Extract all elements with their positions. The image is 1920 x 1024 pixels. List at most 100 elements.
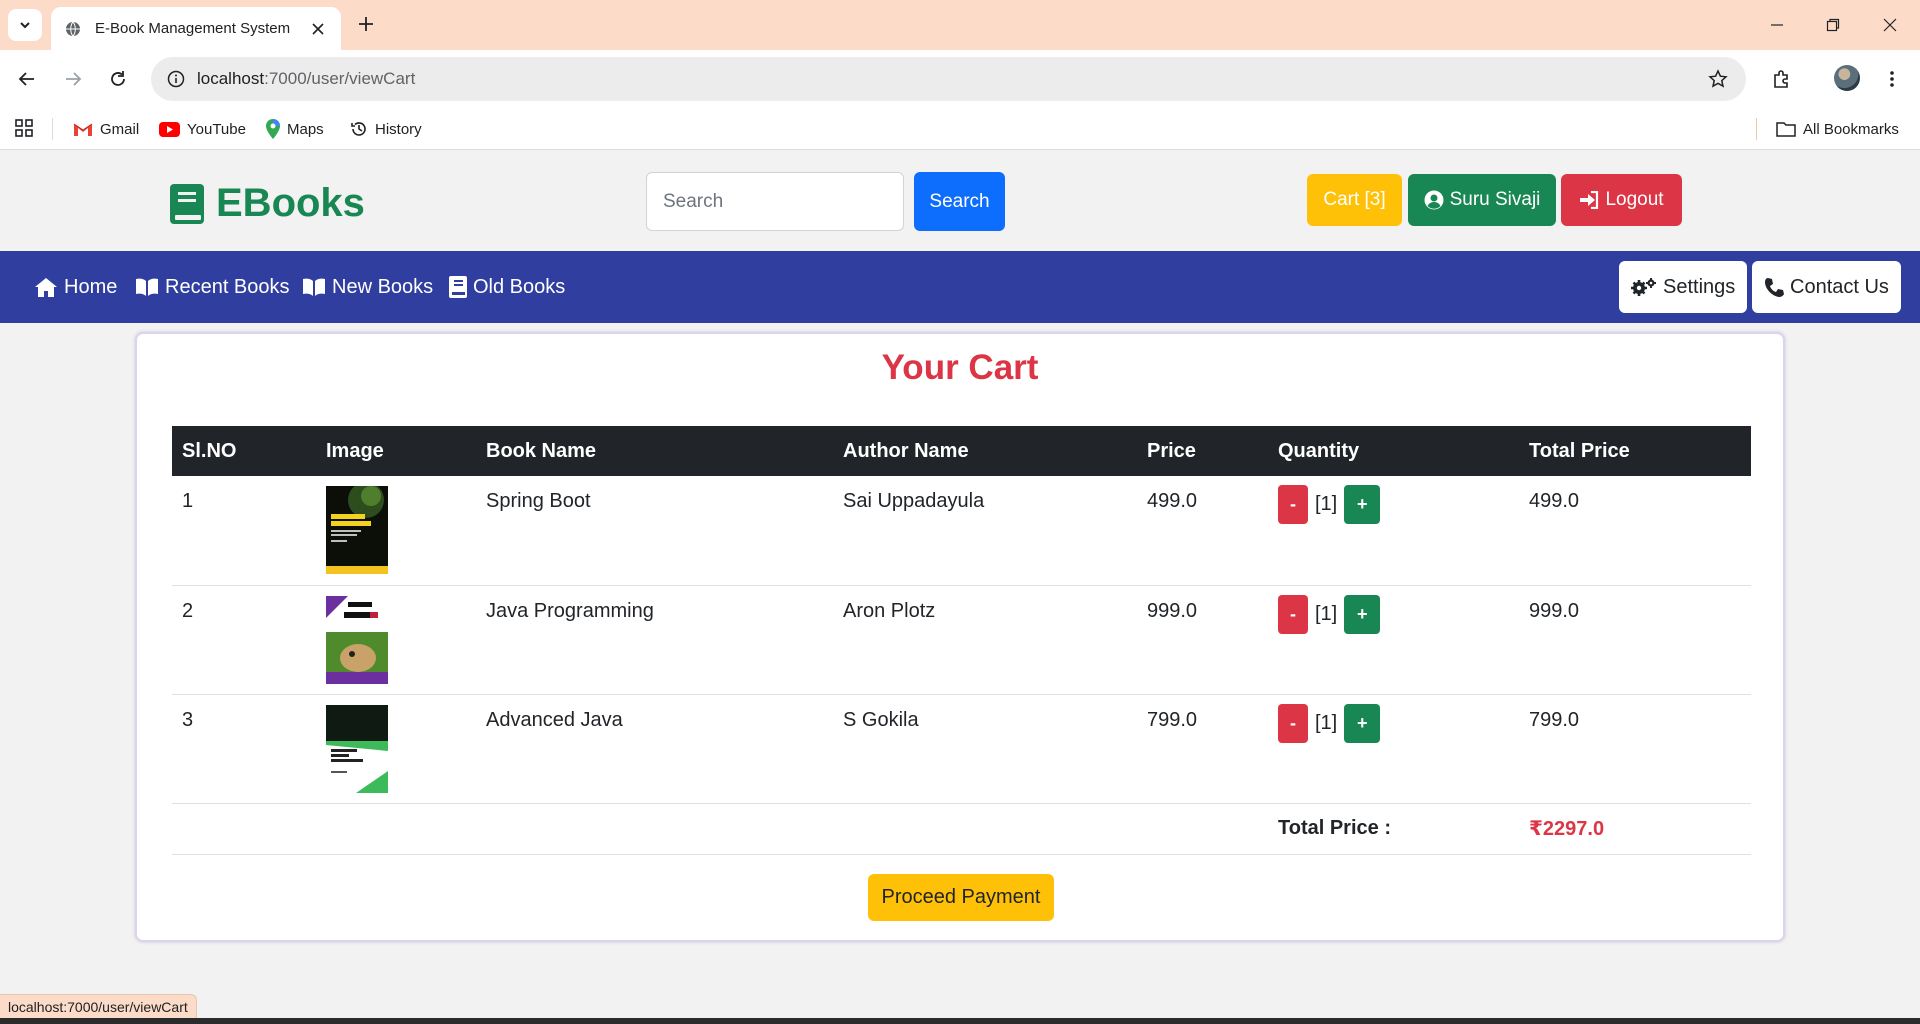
bookmark-label: YouTube xyxy=(187,120,246,138)
cart-total-value: ₹2297.0 xyxy=(1529,818,1605,840)
extensions-button[interactable] xyxy=(1768,65,1796,93)
java-21-book-cover[interactable] xyxy=(326,595,388,684)
book-icon xyxy=(449,276,467,298)
url-path: :7000/user/viewCart xyxy=(264,69,416,88)
arrow-right-icon xyxy=(66,72,82,86)
restore-button[interactable] xyxy=(1821,13,1845,37)
increase-quantity-button[interactable]: + xyxy=(1344,594,1381,634)
browser-menu-button[interactable] xyxy=(1878,65,1906,93)
bookmark-star-icon[interactable] xyxy=(1706,67,1730,91)
open-book-icon xyxy=(135,277,159,297)
cart-card: Your Cart Sl.NO Image Book Name Author N… xyxy=(135,332,1785,942)
column-header: Image xyxy=(326,439,384,462)
nav-home[interactable]: Home xyxy=(34,251,117,323)
author-name: Sai Uppadayula xyxy=(843,490,985,512)
table-row: 3 Advanced Java S Gokila 799.0 - [1] + 7… xyxy=(172,694,1751,803)
reload-icon xyxy=(111,71,125,86)
home-icon xyxy=(34,277,58,297)
browser-tabstrip: E-Book Management System xyxy=(0,0,1920,50)
reload-button[interactable] xyxy=(104,65,132,93)
nav-recent-books[interactable]: Recent Books xyxy=(135,251,290,323)
quantity-cell: - [1] + xyxy=(1268,694,1519,803)
sign-in-icon xyxy=(1579,191,1599,209)
chevron-down-icon xyxy=(20,22,30,29)
bookmark-maps[interactable]: Maps xyxy=(266,108,324,150)
book-price: 799.0 xyxy=(1147,708,1198,731)
tab-search-button[interactable] xyxy=(8,9,42,41)
contact-label: Contact Us xyxy=(1790,275,1889,298)
contact-us-button[interactable]: Contact Us xyxy=(1752,261,1901,313)
bookmarks-separator xyxy=(1756,118,1757,140)
back-button[interactable] xyxy=(13,65,41,93)
close-window-button[interactable] xyxy=(1878,13,1902,37)
browser-tab[interactable]: E-Book Management System xyxy=(51,7,341,50)
map-pin-icon xyxy=(266,119,280,139)
bookmarks-separator xyxy=(52,118,53,140)
cart-table: Sl.NO Image Book Name Author Name Price … xyxy=(172,426,1751,855)
site-header: EBooks Search Cart [3] Suru Sivaji Logou… xyxy=(0,151,1920,251)
restore-icon xyxy=(1826,18,1840,32)
tab-title: E-Book Management System xyxy=(95,20,291,37)
site-info-icon[interactable] xyxy=(165,68,187,90)
proceed-payment-button[interactable]: Proceed Payment xyxy=(868,874,1054,921)
close-icon xyxy=(1883,18,1897,32)
row-number: 2 xyxy=(182,599,194,622)
settings-label: Settings xyxy=(1663,275,1736,298)
bookmark-label: Maps xyxy=(287,120,324,138)
table-row: 2 Java Programming Aron Plotz 999.0 - [1… xyxy=(172,585,1751,694)
quantity-cell: - [1] + xyxy=(1268,476,1519,585)
brand-logo[interactable]: EBooks xyxy=(170,181,365,226)
user-name: Suru Sivaji xyxy=(1449,189,1541,210)
total-spacer xyxy=(172,803,1268,854)
url-host: localhost xyxy=(197,69,265,88)
increase-quantity-button[interactable]: + xyxy=(1344,485,1381,524)
book-price: 499.0 xyxy=(1147,490,1198,512)
search-button[interactable]: Search xyxy=(914,172,1005,231)
address-bar[interactable]: localhost:7000/user/viewCart xyxy=(151,57,1746,101)
open-book-icon xyxy=(302,277,326,297)
bookmarks-bar: Gmail YouTube Maps History All Bookmarks xyxy=(0,108,1920,150)
bookmark-history[interactable]: History xyxy=(350,108,422,150)
decrease-quantity-button[interactable]: - xyxy=(1278,703,1308,743)
forward-button[interactable] xyxy=(59,65,87,93)
new-tab-button[interactable] xyxy=(354,12,378,36)
nav-new-books[interactable]: New Books xyxy=(302,251,433,323)
table-row: 1 Spring Boot Sai Uppadayula 499.0 - [1]… xyxy=(172,476,1751,585)
minimize-button[interactable] xyxy=(1765,13,1789,37)
cart-button[interactable]: Cart [3] xyxy=(1307,174,1402,226)
row-total-price: 999.0 xyxy=(1529,599,1580,622)
author-name: S Gokila xyxy=(843,708,919,731)
increase-quantity-button[interactable]: + xyxy=(1344,703,1381,743)
bookmark-gmail[interactable]: Gmail xyxy=(73,108,139,150)
close-tab-icon[interactable] xyxy=(309,20,327,38)
quantity-cell: - [1] + xyxy=(1268,585,1519,694)
logout-button[interactable]: Logout xyxy=(1561,174,1682,226)
column-header: Total Price xyxy=(1529,439,1630,462)
nav-old-label: Old Books xyxy=(473,275,566,298)
profile-avatar[interactable] xyxy=(1834,65,1860,91)
decrease-quantity-button[interactable]: - xyxy=(1278,594,1308,634)
decrease-quantity-button[interactable]: - xyxy=(1278,485,1308,524)
settings-button[interactable]: Settings xyxy=(1619,261,1748,313)
nav-old-books[interactable]: Old Books xyxy=(449,251,565,323)
folder-icon xyxy=(1776,121,1796,137)
nav-new-label: New Books xyxy=(332,275,434,298)
book-image-cell xyxy=(316,694,476,803)
advanced-java-book-cover[interactable] xyxy=(326,704,388,793)
page-title: Your Cart xyxy=(881,348,1039,387)
quantity-stepper: - [1] + xyxy=(1278,485,1509,524)
spring-boot-book-cover[interactable] xyxy=(326,486,388,574)
all-bookmarks-button[interactable]: All Bookmarks xyxy=(1776,108,1899,150)
cart-total-row: Total Price : ₹2297.0 xyxy=(172,803,1751,854)
quantity-value: [1] xyxy=(1315,602,1338,625)
author-name: Aron Plotz xyxy=(843,599,936,622)
row-number: 1 xyxy=(182,490,194,512)
apps-grid-icon[interactable] xyxy=(14,118,34,138)
row-number: 3 xyxy=(182,708,194,731)
bookmark-label: History xyxy=(375,120,422,138)
search-input[interactable] xyxy=(646,172,904,231)
user-profile-button[interactable]: Suru Sivaji xyxy=(1408,174,1556,226)
book-price: 999.0 xyxy=(1147,599,1198,622)
gmail-icon xyxy=(73,122,93,137)
bookmark-youtube[interactable]: YouTube xyxy=(159,108,246,150)
